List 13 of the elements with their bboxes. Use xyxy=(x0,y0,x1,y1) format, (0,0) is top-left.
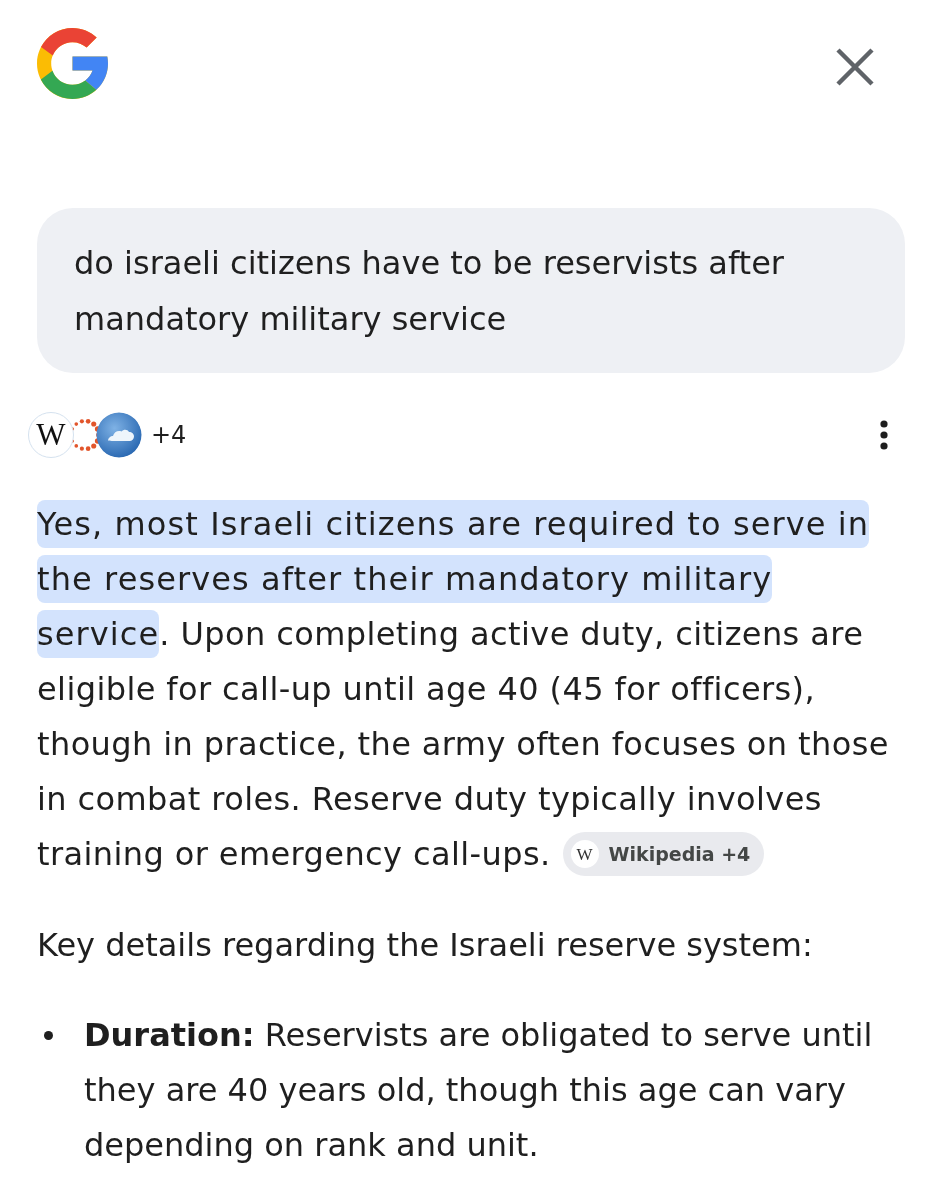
cloud-icon xyxy=(96,411,142,458)
sources-button[interactable]: W +4 xyxy=(28,411,187,458)
answer-paragraph: Yes, most Israeli citizens are required to serve in the reserves after their mandatory military service. Upon completing active duty, citizens are eligible for call-up until age 40 (45 for officers), though in practice, the army often focuses on those in combat roles. Reserve duty typically involves training or emergency call-ups. W Wikipedia +4 xyxy=(37,497,897,882)
query-message: do israeli citizens have to be reservists after mandatory military service xyxy=(37,208,905,373)
more-options-icon[interactable] xyxy=(880,419,888,450)
close-icon[interactable] xyxy=(835,47,875,87)
details-intro: Key details regarding the Israeli reserve system: xyxy=(37,925,814,966)
g-logo-icon xyxy=(37,28,108,99)
letter-icon: W xyxy=(570,840,599,868)
list-item-text: Duration: Reservists are obligated to serve until they are 40 years old, though this age can vary depending on rank and unit. xyxy=(84,1015,874,1166)
letter-icon: W xyxy=(28,411,74,458)
citation-chip[interactable]: W Wikipedia +4 xyxy=(562,832,765,876)
bullet-icon xyxy=(44,1031,53,1040)
